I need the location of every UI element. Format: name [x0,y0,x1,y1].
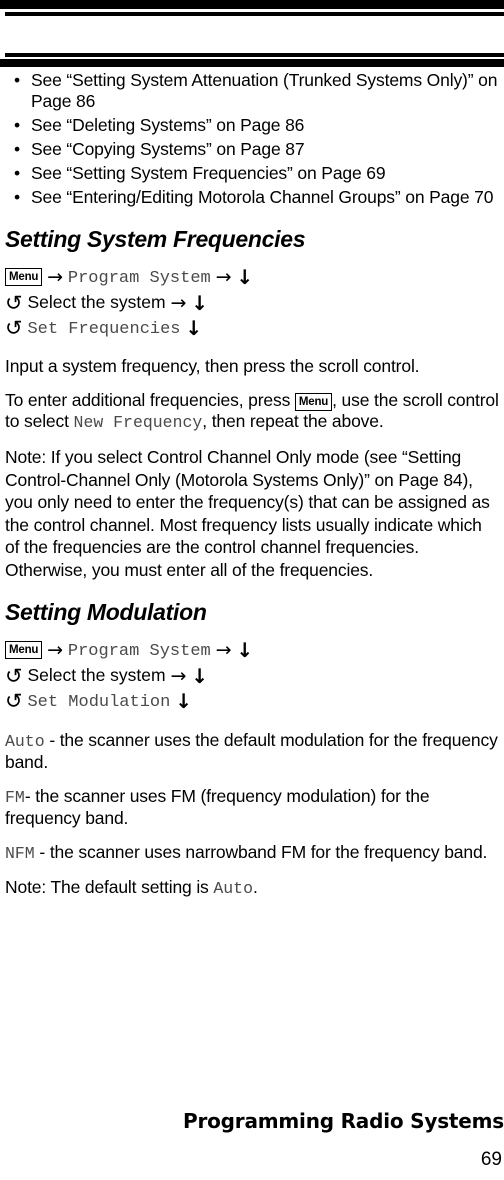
bullet-icon: • [14,115,20,135]
menu-item-set-frequencies: Set Frequencies [27,320,181,339]
arrow-down-icon: ↓ [236,265,254,289]
header-rule-thin-bottom [5,53,504,57]
note-value-auto: Auto [213,879,253,898]
modulation-option-nfm: NFM - the scanner uses narrowband FM for… [5,842,499,864]
arrow-right-icon: → [215,639,232,661]
arrow-down-icon: ↓ [236,638,254,662]
list-item-label: See “Setting System Frequencies” on Page… [31,163,386,183]
list-item-label: See “Copying Systems” on Page 87 [31,139,305,159]
scroll-control-icon: ↻ [5,291,23,315]
bullet-icon: • [14,139,20,159]
paragraph-text-part-c: , then repeat the above. [202,411,384,431]
header-rule-thin-top [5,12,504,16]
arrow-down-icon: ↓ [175,689,192,713]
arrow-right-icon: → [47,639,64,661]
modulation-option-auto: Auto - the scanner uses the default modu… [5,730,499,773]
list-item-label: See “Entering/Editing Motorola Channel G… [31,187,494,207]
keypath-step-1-frequencies: Menu → Program System → ↓ [5,264,499,291]
bullet-icon: • [14,187,20,207]
modulation-description-auto: - the scanner uses the default modulatio… [5,730,498,772]
step-label-select-the-system: Select the system [27,665,166,685]
keypath-step-1-modulation: Menu → Program System → ↓ [5,637,499,664]
note-control-channel-only: Note: If you select Control Channel Only… [5,447,490,580]
list-item: • See “Deleting Systems” on Page 86 [5,115,499,136]
paragraph-text-part-a: To enter additional frequencies, press [5,390,295,410]
menu-key-icon[interactable]: Menu [294,393,333,411]
scroll-control-icon: ↻ [5,689,23,713]
arrow-right-icon: → [47,266,64,288]
modulation-value-fm: FM [5,788,25,807]
list-item: • See “Entering/Editing Motorola Channel… [5,187,499,208]
arrow-down-icon: ↓ [191,664,209,688]
keypath-step-2-frequencies: ↻ Select the system → ↓ [5,290,499,316]
section-title-setting-modulation: Setting Modulation [5,599,207,625]
note-suffix: . [252,877,258,897]
page-number: 69 [480,1149,502,1170]
modulation-value-nfm: NFM [5,844,35,863]
arrow-right-icon: → [170,665,187,687]
menu-item-set-modulation: Set Modulation [27,693,171,712]
modulation-value-auto: Auto [5,732,45,751]
step-label-select-the-system: Select the system [27,292,166,312]
paragraph-input-frequency: Input a system frequency, then press the… [5,356,420,376]
modulation-option-fm: FM- the scanner uses FM (frequency modul… [5,786,499,829]
arrow-right-icon: → [215,266,232,288]
note-prefix: Note: The default setting is [5,877,214,897]
keypath-step-2-modulation: ↻ Select the system → ↓ [5,663,499,689]
menu-item-program-system: Program System [67,269,211,288]
scroll-control-icon: ↻ [5,664,23,688]
list-item-label: See “Deleting Systems” on Page 86 [31,115,305,135]
footer-chapter-title: Programming Radio Systems [183,1109,504,1133]
section-title-setting-system-frequencies: Setting System Frequencies [5,226,306,252]
list-item: • See “Setting System Attenuation (Trunk… [5,70,499,112]
list-item-label: See “Setting System Attenuation (Trunked… [31,70,498,111]
list-item: • See “Copying Systems” on Page 87 [5,139,499,160]
paragraph-additional-frequencies: To enter additional frequencies, press M… [5,390,499,433]
bullet-icon: • [14,163,20,183]
menu-key-icon[interactable]: Menu [5,641,43,659]
modulation-description-nfm: - the scanner uses narrowband FM for the… [34,842,488,862]
arrow-right-icon: → [170,292,187,314]
header-rule-thick-bottom [0,59,504,67]
scroll-control-icon: ↻ [5,316,23,340]
arrow-down-icon: ↓ [191,291,209,315]
menu-item-program-system: Program System [67,642,211,661]
bullet-icon: • [14,70,20,90]
page-content: • See “Setting System Attenuation (Trunk… [5,70,499,912]
arrow-down-icon: ↓ [185,316,203,340]
keypath-step-3-modulation: ↻ Set Modulation ↓ [5,688,499,715]
header-rule-thick-top [0,0,504,9]
modulation-description-fm: - the scanner uses FM (frequency modulat… [5,786,430,828]
list-item: • See “Setting System Frequencies” on Pa… [5,163,499,184]
cross-reference-list: • See “Setting System Attenuation (Trunk… [5,70,499,208]
note-default-setting: Note: The default setting is Auto. [5,877,499,899]
menu-item-new-frequency: New Frequency [73,413,203,432]
keypath-step-3-frequencies: ↻ Set Frequencies ↓ [5,315,499,342]
menu-key-icon[interactable]: Menu [5,268,43,286]
